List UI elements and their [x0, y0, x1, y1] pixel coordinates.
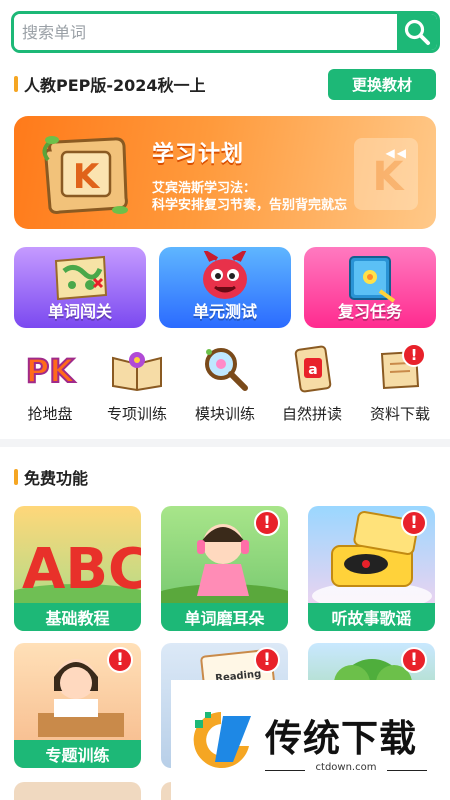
textbook-row: 人教PEP版-2024秋一上 更换教材 [14, 68, 436, 100]
book-icon [349, 256, 396, 303]
abc-blocks-illustration: ABC [14, 537, 141, 616]
letter-card-letter: a [308, 362, 317, 378]
unit-test-card[interactable]: 单元测试 [159, 247, 291, 328]
banner-watermark-icon: K [354, 138, 418, 210]
search-input[interactable] [14, 14, 397, 50]
search-button[interactable] [397, 14, 437, 50]
free-item-label: 专题训练 [14, 740, 141, 768]
free-item-label: 单词磨耳朵 [161, 603, 288, 631]
search-bar [11, 11, 440, 53]
svg-text:PK: PK [26, 352, 75, 390]
free-item-basic-tutorial[interactable]: ABC 基础教程 [14, 506, 141, 631]
free-section-title: 免费功能 [14, 465, 88, 489]
change-textbook-button[interactable]: 更换教材 [328, 68, 436, 100]
title-accent-bar [14, 76, 18, 92]
section-divider [0, 439, 450, 447]
search-icon [404, 19, 430, 45]
plan-description-line2: 科学安排复习节奏，告别背完就忘 [152, 198, 348, 213]
free-item-label: 听故事歌谣 [308, 603, 435, 631]
alert-badge-icon: ! [254, 647, 280, 673]
textbook-title: 人教PEP版-2024秋一上 [14, 72, 206, 96]
word-challenge-label: 单词闯关 [47, 302, 112, 321]
treasure-map-icon [54, 255, 108, 301]
review-task-card[interactable]: 复习任务 [304, 247, 436, 328]
study-plan-banner[interactable]: K 学习计划 艾宾浩斯学习法： 科学安排复习节奏，告别背完就忘 K ◀◀ [14, 116, 436, 229]
tool-territory-battle[interactable]: PK 抢地盘 [5, 343, 95, 425]
magnifier-icon [197, 343, 253, 395]
open-book-icon [109, 343, 165, 395]
watermark-overlay: 传统下载 ctdown.com [171, 680, 450, 800]
free-item-partial[interactable] [14, 782, 141, 800]
banner-chevron-icon: ◀◀ [385, 146, 408, 160]
letter-k: K [73, 157, 101, 197]
tool-label: 专项训练 [106, 405, 167, 423]
review-task-label: 复习任务 [337, 302, 402, 321]
pk-icon: PK [22, 343, 78, 395]
brand-name: 传统下载 [265, 717, 417, 760]
brand-domain: ctdown.com [315, 762, 377, 773]
free-item-word-listening[interactable]: ! 单词磨耳朵 [161, 506, 288, 631]
svg-text:ABC: ABC [22, 537, 141, 602]
tool-label: 模块训练 [194, 405, 255, 423]
monster-icon [203, 251, 247, 299]
tool-downloads[interactable]: ! 资料下载 [355, 343, 445, 425]
svg-text:K: K [373, 154, 406, 200]
tool-label: 自然拼读 [281, 405, 342, 423]
alert-badge-icon: ! [402, 343, 426, 367]
tool-module-training[interactable]: 模块训练 [180, 343, 270, 425]
letter-k-block-icon: K [42, 136, 128, 214]
free-section-title-text: 免费功能 [24, 469, 89, 488]
letter-card-icon: a [284, 343, 340, 395]
free-item-label: 基础教程 [14, 603, 141, 631]
alert-badge-icon: ! [401, 510, 427, 536]
tool-special-training[interactable]: 专项训练 [92, 343, 182, 425]
alert-badge-icon: ! [401, 647, 427, 673]
unit-test-label: 单元测试 [192, 302, 257, 321]
plan-title: 学习计划 [152, 142, 245, 167]
textbook-title-text: 人教PEP版-2024秋一上 [24, 76, 206, 95]
alert-badge-icon: ! [107, 647, 133, 673]
scroll-icon: ! [372, 343, 428, 395]
free-item-topic-training[interactable]: ! 专题训练 [14, 643, 141, 768]
brand-logo-icon [193, 712, 251, 768]
tool-label: 抢地盘 [27, 405, 73, 423]
alert-badge-icon: ! [254, 510, 280, 536]
title-accent-bar [14, 469, 18, 485]
tool-label: 资料下载 [369, 405, 430, 423]
word-challenge-card[interactable]: 单词闯关 [14, 247, 146, 328]
free-item-stories-songs[interactable]: ! 听故事歌谣 [308, 506, 435, 631]
tool-phonics[interactable]: a 自然拼读 [267, 343, 357, 425]
